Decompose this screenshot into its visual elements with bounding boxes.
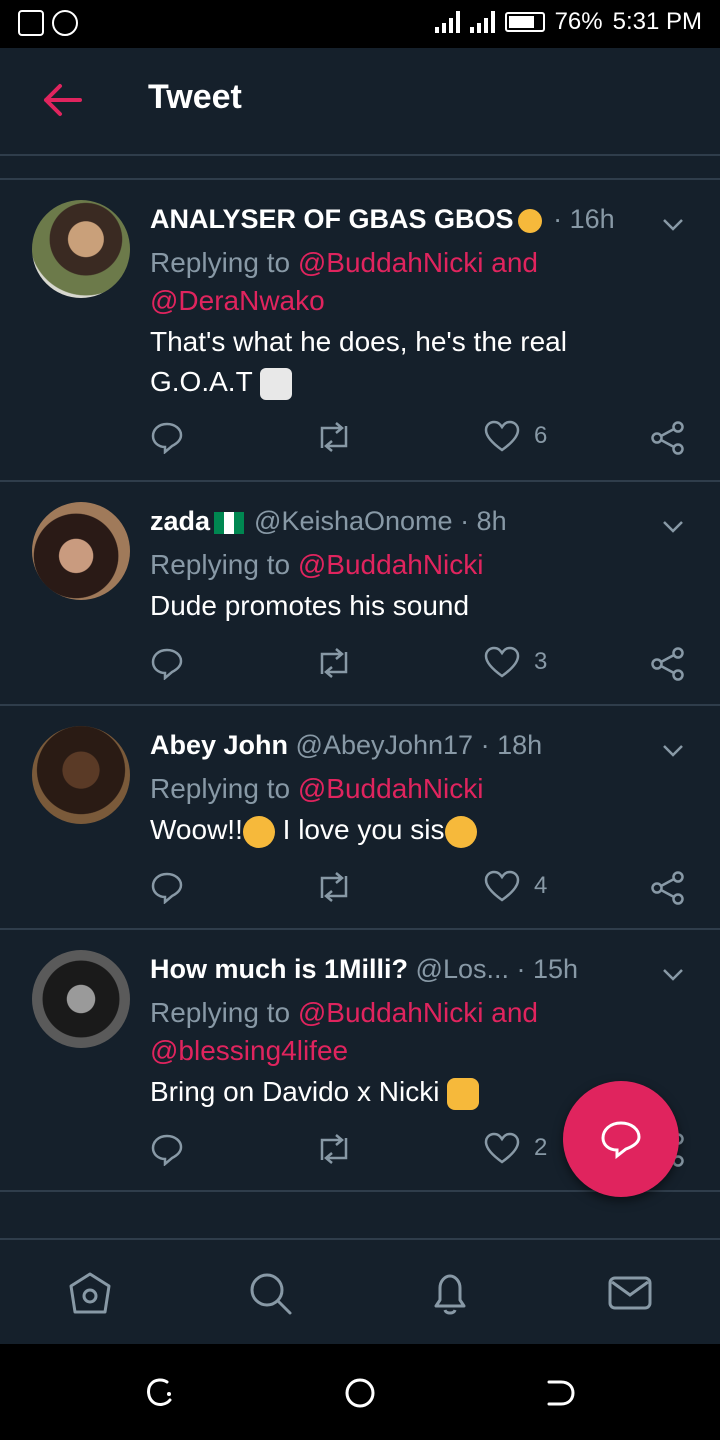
like-count: 3 [534,648,548,675]
messages-icon[interactable] [607,1270,653,1316]
tweet-text: Dude promotes his sound [150,590,470,621]
notifications-icon[interactable] [427,1270,473,1316]
avatar[interactable] [32,200,130,298]
like-count: 2 [534,1134,548,1161]
status-bar: 76% 5:31 PM [0,0,720,48]
avatar[interactable] [32,502,130,600]
battery-level: 76% [554,8,603,35]
share-icon[interactable] [650,870,686,906]
reply-context: Replying to @BuddahNicki and @blessing4l… [150,994,670,1070]
share-icon[interactable] [650,646,686,682]
screaming-face-emoji-icon [242,815,275,848]
like-count: 4 [534,872,548,899]
reply-prefix: Replying to [150,773,298,804]
reply-mentions[interactable]: @BuddahNicki [298,549,484,580]
home-button-icon[interactable] [343,1376,377,1410]
tweet-text: That's what he does, he's the real G.O.A… [150,326,567,397]
signal-icon [434,11,460,33]
nigeria-flag-icon [214,511,245,534]
like-count: 6 [534,422,548,449]
tweet-author-name[interactable]: How much is 1Milli? [150,954,408,984]
retweet-icon[interactable] [314,646,354,680]
retweet-icon[interactable] [314,1132,354,1166]
like-icon[interactable] [484,870,520,902]
reply-context: Replying to @BuddahNicki [150,546,670,584]
tweet-time: · 15h [516,954,579,984]
compose-reply-button[interactable] [563,1081,679,1197]
chevron-down-icon[interactable] [662,744,684,758]
tweet[interactable]: zada @KeishaOnome · 8h Replying to @Budda… [0,482,720,706]
tweet-author-name[interactable]: zada [150,506,210,536]
system-nav-bar [0,1344,720,1440]
tweet[interactable]: ANALYSER OF GBAS GBOS · 16h Replying to … [0,180,720,482]
avatar[interactable] [32,950,130,1048]
recent-apps-icon[interactable] [143,1376,177,1410]
tweet-author-name[interactable]: ANALYSER OF GBAS GBOS [150,204,514,234]
chevron-down-icon[interactable] [662,968,684,982]
like-icon[interactable] [484,1132,520,1164]
reply-icon[interactable] [150,870,184,904]
search-icon[interactable] [247,1270,293,1316]
reply-prefix: Replying to [150,247,298,278]
retweet-icon[interactable] [314,420,354,454]
flexed-biceps-emoji-icon [447,1077,480,1110]
tweet-text: Woow!! [150,814,243,845]
reply-prefix: Replying to [150,549,298,580]
reply-mentions[interactable]: @BuddahNicki [298,773,484,804]
reply-context: Replying to @BuddahNicki [150,770,670,808]
chevron-down-icon[interactable] [662,520,684,534]
whatsapp-icon [52,10,78,36]
chevron-down-icon[interactable] [662,218,684,232]
reply-context: Replying to @BuddahNicki and @DeraNwako [150,244,670,320]
reply-prefix: Replying to [150,997,298,1028]
header: Tweet [0,48,720,156]
reply-icon[interactable] [150,1132,184,1166]
reply-icon[interactable] [150,420,184,454]
tweet[interactable]: Abey John @AbeyJohn17 · 18h Replying to … [0,706,720,930]
heart-eyes-cat-emoji-icon [444,815,477,848]
tweet-handle[interactable]: @KeishaOnome [254,506,453,536]
page-title: Tweet [148,78,242,116]
tweet-text-wrap: Woow!! I love you sis [150,810,650,850]
tweet-time: · 8h [460,506,507,536]
emoji-icon [517,208,542,233]
signal-4g-icon [469,11,495,33]
like-icon[interactable] [484,646,520,678]
tweet-text-wrap: That's what he does, he's the real G.O.A… [150,322,650,402]
tweet-text: Bring on Davido x Nicki [150,1076,440,1107]
reply-icon[interactable] [150,646,184,680]
tweet-time: · 18h [480,730,543,760]
share-icon[interactable] [650,420,686,456]
reply-bubble-icon [601,1121,641,1159]
avatar[interactable] [32,726,130,824]
tweet-time: · 16h [553,204,615,234]
cast-icon [18,10,44,36]
battery-icon [504,12,545,32]
back-button-icon[interactable] [543,1376,577,1410]
goat-emoji-icon [259,367,292,400]
clock: 5:31 PM [612,8,702,35]
back-arrow-icon[interactable] [40,80,84,120]
home-icon[interactable] [67,1270,113,1316]
like-icon[interactable] [484,420,520,452]
tweet-author-name[interactable]: Abey John [150,730,288,760]
tweet-text-b: I love you sis [282,814,445,845]
tweet-handle[interactable]: @AbeyJohn17 [296,730,474,760]
tweet-handle[interactable]: @Los... [416,954,509,984]
bottom-tab-bar [0,1238,720,1346]
retweet-icon[interactable] [314,870,354,904]
